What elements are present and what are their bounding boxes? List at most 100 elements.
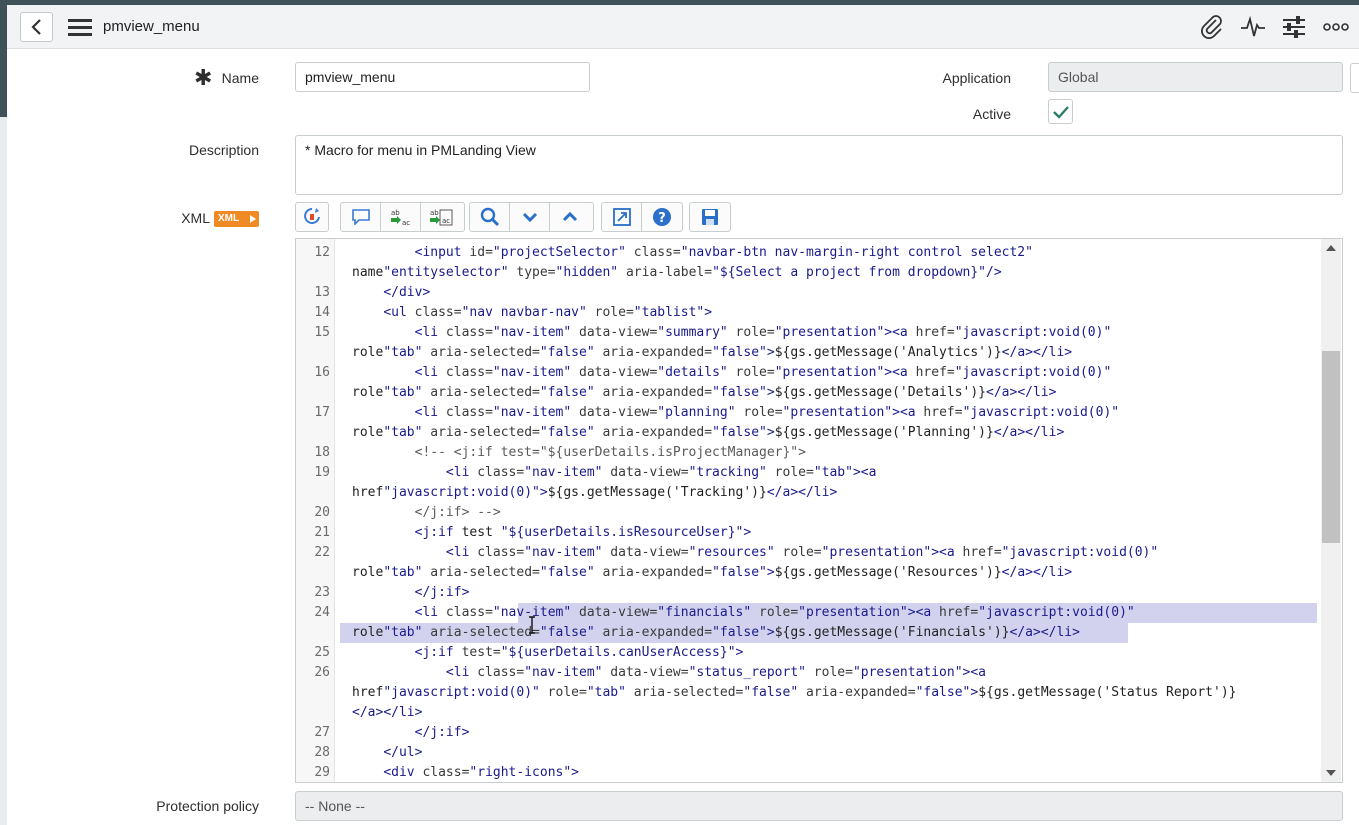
code-line[interactable]: name"entityselector" type="hidden" aria-… bbox=[296, 263, 1326, 283]
attachment-icon[interactable] bbox=[1199, 15, 1225, 39]
protection-policy-field[interactable]: -- None -- bbox=[295, 791, 1343, 821]
comment-button[interactable] bbox=[341, 203, 381, 231]
expand-icon bbox=[612, 208, 631, 226]
active-label: Active bbox=[972, 106, 1011, 122]
replace-all-icon: abac bbox=[430, 209, 453, 226]
replace-icon: abac bbox=[390, 209, 410, 227]
editor-scrollbar[interactable] bbox=[1321, 239, 1341, 782]
toolbar-group-format bbox=[295, 202, 329, 232]
settings-sliders-icon[interactable] bbox=[1281, 15, 1307, 39]
code-text: <li class="nav-item" data-view="status_r… bbox=[445, 665, 987, 680]
svg-text:ac: ac bbox=[442, 217, 450, 225]
code-line[interactable]: 20 </j:if> --> bbox=[296, 503, 1326, 523]
description-textarea[interactable]: * Macro for menu in PMLanding View bbox=[295, 135, 1343, 195]
scroll-down-arrow[interactable] bbox=[1326, 770, 1336, 776]
line-number: 22 bbox=[314, 545, 330, 560]
code-line[interactable]: role"tab" aria-selected="false" aria-exp… bbox=[296, 623, 1326, 643]
code-line[interactable]: 13 </div> bbox=[296, 283, 1326, 303]
chevron-down-icon bbox=[522, 212, 537, 223]
code-text: role"tab" aria-selected="false" aria-exp… bbox=[352, 625, 1080, 640]
xml-badge-text: XML bbox=[218, 213, 240, 224]
find-previous-button[interactable] bbox=[550, 203, 590, 231]
active-checkbox[interactable] bbox=[1048, 99, 1073, 124]
code-text: <li class="nav-item" data-view="planning… bbox=[414, 405, 1120, 420]
code-line[interactable]: 29 <div class="right-icons"> bbox=[296, 763, 1326, 782]
code-text: name"entityselector" type="hidden" aria-… bbox=[352, 265, 1002, 280]
code-text: href"javascript:void(0)" role="tab" aria… bbox=[352, 685, 1237, 700]
code-text: <li class="nav-item" data-view="resource… bbox=[445, 545, 1159, 560]
code-line[interactable]: 19 <li class="nav-item" data-view="track… bbox=[296, 463, 1326, 483]
xml-badge: XML bbox=[214, 211, 259, 227]
code-line[interactable]: 21 <j:if test "${userDetails.isResourceU… bbox=[296, 523, 1326, 543]
application-label: Application bbox=[942, 70, 1012, 86]
fullscreen-button[interactable] bbox=[602, 203, 642, 231]
code-line[interactable]: role"tab" aria-selected="false" aria-exp… bbox=[296, 423, 1326, 443]
xml-label: XML bbox=[181, 210, 210, 226]
chevron-up-icon bbox=[562, 211, 578, 222]
application-lookup-button[interactable] bbox=[1350, 63, 1359, 93]
code-text: role"tab" aria-selected="false" aria-exp… bbox=[352, 385, 1057, 400]
help-button[interactable]: ? bbox=[642, 203, 682, 231]
code-text: <li class="nav-item" data-view="details"… bbox=[414, 365, 1112, 380]
code-line[interactable]: 25 <j:if test="${userDetails.canUserAcce… bbox=[296, 643, 1326, 663]
code-line[interactable]: role"tab" aria-selected="false" aria-exp… bbox=[296, 563, 1326, 583]
code-line[interactable]: role"tab" aria-selected="false" aria-exp… bbox=[296, 343, 1326, 363]
code-line[interactable]: 12 <input id="projectSelector" class="na… bbox=[296, 243, 1326, 263]
replace-button[interactable]: ab ac bbox=[381, 203, 421, 231]
xml-code-editor[interactable]: 12 <input id="projectSelector" class="na… bbox=[295, 238, 1343, 783]
scroll-thumb[interactable] bbox=[1322, 351, 1340, 543]
hamburger-icon[interactable] bbox=[68, 17, 92, 37]
code-text: <li class="nav-item" data-view="tracking… bbox=[445, 465, 877, 480]
code-text: </j:if> bbox=[414, 725, 470, 740]
code-line[interactable]: 18 <!-- <j:if test="${userDetails.isProj… bbox=[296, 443, 1326, 463]
code-text: <li class="nav-item" data-view="summary"… bbox=[414, 325, 1112, 340]
code-line[interactable]: 16 <li class="nav-item" data-view="detai… bbox=[296, 363, 1326, 383]
protection-policy-label: Protection policy bbox=[156, 798, 259, 814]
line-number: 29 bbox=[314, 765, 330, 780]
line-number: 15 bbox=[314, 325, 330, 340]
code-line[interactable]: href"javascript:void(0)">${gs.getMessage… bbox=[296, 483, 1326, 503]
activity-icon[interactable] bbox=[1240, 15, 1266, 39]
search-button[interactable] bbox=[470, 203, 510, 231]
code-line[interactable]: 24 <li class="nav-item" data-view="finan… bbox=[296, 603, 1326, 623]
code-lines: 12 <input id="projectSelector" class="na… bbox=[296, 243, 1326, 782]
format-code-button[interactable] bbox=[296, 203, 328, 231]
page-title: pmview_menu bbox=[103, 18, 200, 35]
code-line[interactable]: 22 <li class="nav-item" data-view="resou… bbox=[296, 543, 1326, 563]
comment-icon bbox=[351, 209, 370, 225]
code-line[interactable]: role"tab" aria-selected="false" aria-exp… bbox=[296, 383, 1326, 403]
code-text: </div> bbox=[383, 285, 431, 300]
description-label: Description bbox=[188, 142, 259, 158]
name-input[interactable]: pmview_menu bbox=[295, 62, 590, 92]
line-number: 19 bbox=[314, 465, 330, 480]
code-line[interactable]: </a></li> bbox=[296, 703, 1326, 723]
code-line[interactable]: 23 </j:if> bbox=[296, 583, 1326, 603]
scroll-up-arrow[interactable] bbox=[1326, 245, 1336, 251]
code-text: <!-- <j:if test="${userDetails.isProject… bbox=[352, 445, 806, 460]
line-number: 17 bbox=[314, 405, 330, 420]
code-line[interactable]: href"javascript:void(0)" role="tab" aria… bbox=[296, 683, 1326, 703]
code-text: <li class="nav-item" data-view="financia… bbox=[414, 605, 1135, 620]
code-line[interactable]: 26 <li class="nav-item" data-view="statu… bbox=[296, 663, 1326, 683]
find-next-button[interactable] bbox=[510, 203, 550, 231]
text-cursor-icon bbox=[528, 616, 536, 634]
line-number: 18 bbox=[314, 445, 330, 460]
code-line[interactable]: 14 <ul class="nav navbar-nav" role="tabl… bbox=[296, 303, 1326, 323]
toolbar-group-edit: ab ac ab ac bbox=[340, 202, 465, 232]
code-text: <j:if test "${userDetails.isResourceUser… bbox=[414, 525, 752, 540]
code-line[interactable]: 17 <li class="nav-item" data-view="plann… bbox=[296, 403, 1326, 423]
checkmark-icon bbox=[1053, 106, 1069, 119]
back-button[interactable] bbox=[20, 12, 53, 42]
line-number: 12 bbox=[314, 245, 330, 260]
code-text: role"tab" aria-selected="false" aria-exp… bbox=[352, 565, 1073, 580]
format-icon bbox=[304, 208, 320, 224]
code-line[interactable]: 27 </j:if> bbox=[296, 723, 1326, 743]
line-number: 21 bbox=[314, 525, 330, 540]
save-button[interactable] bbox=[690, 203, 730, 231]
form-header: pmview_menu bbox=[7, 5, 1359, 49]
code-line[interactable]: 28 </ul> bbox=[296, 743, 1326, 763]
code-line[interactable]: 15 <li class="nav-item" data-view="summa… bbox=[296, 323, 1326, 343]
replace-all-button[interactable]: ab ac bbox=[421, 203, 461, 231]
application-field: Global bbox=[1048, 62, 1343, 92]
more-icon[interactable] bbox=[1323, 15, 1349, 39]
